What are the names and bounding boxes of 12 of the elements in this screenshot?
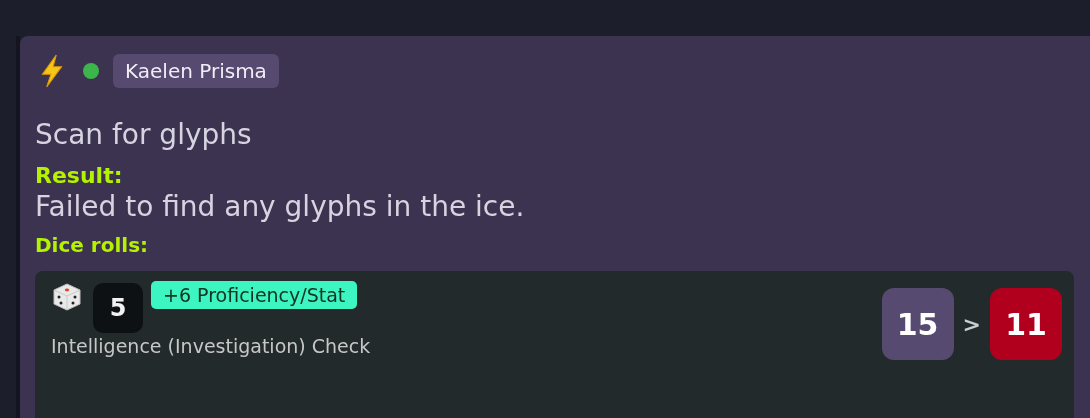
check-name: Intelligence (Investigation) Check	[51, 335, 371, 357]
action-title: Scan for glyphs	[35, 118, 253, 151]
dice-rolls-label: Dice rolls:	[35, 233, 150, 257]
total-badge: 11	[990, 288, 1062, 360]
result-text: Failed to find any glyphs in the ice.	[35, 190, 526, 223]
difficulty-badge: 15	[881, 288, 954, 360]
modifier-tag: +6 Proficiency/Stat	[151, 281, 358, 309]
dice-icon	[51, 281, 83, 313]
die-result: 5	[93, 283, 143, 333]
comparison-sign: >	[962, 311, 981, 337]
result-label: Result:	[35, 163, 124, 188]
author-tag: Kaelen Prisma	[113, 54, 279, 88]
